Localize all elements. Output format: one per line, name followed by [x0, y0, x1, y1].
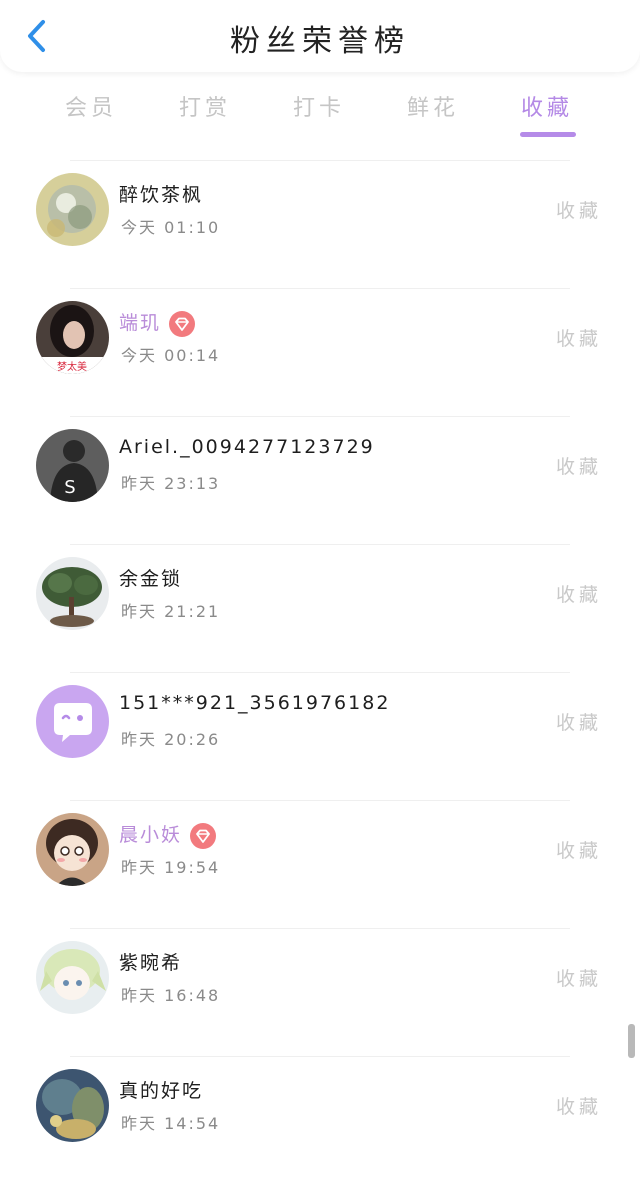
tab-checkin[interactable]: 打卡	[264, 90, 374, 122]
avatar[interactable]: S	[36, 429, 109, 502]
avatar[interactable]: 梦太美	[36, 301, 109, 374]
divider	[70, 160, 570, 161]
fan-time: 昨天 23:13	[121, 474, 221, 493]
fan-list: 醉饮茶枫 今天 01:10 收藏 梦太美 端玑 今天 00:14 收藏 S Ar…	[0, 160, 640, 1184]
divider	[70, 800, 570, 801]
divider	[70, 544, 570, 545]
svg-text:S: S	[64, 477, 75, 498]
diamond-badge-icon	[169, 310, 196, 337]
fan-time: 昨天 19:54	[121, 858, 221, 877]
fan-time: 今天 00:14	[121, 346, 221, 365]
tab-member[interactable]: 会员	[36, 90, 146, 122]
favorite-label: 收藏	[555, 328, 602, 350]
avatar[interactable]	[36, 1069, 109, 1142]
fan-name-text: 端玑	[119, 312, 162, 334]
fan-time: 昨天 16:48	[121, 986, 221, 1005]
list-item[interactable]: 真的好吃 昨天 14:54 收藏	[0, 1056, 640, 1184]
fan-name: 真的好吃	[119, 1080, 204, 1102]
divider	[70, 672, 570, 673]
divider	[70, 1056, 570, 1057]
list-item[interactable]: 151***921_3561976182 昨天 20:26 收藏	[0, 672, 640, 800]
favorite-label: 收藏	[555, 1096, 602, 1118]
avatar[interactable]	[36, 941, 109, 1014]
divider	[70, 928, 570, 929]
favorite-label: 收藏	[555, 584, 602, 606]
avatar[interactable]	[36, 557, 109, 630]
favorite-label: 收藏	[555, 456, 602, 478]
active-tab-indicator	[520, 132, 576, 137]
fan-name: 晨小妖	[119, 820, 217, 849]
fan-time: 昨天 14:54	[121, 1114, 221, 1133]
favorite-label: 收藏	[555, 712, 602, 734]
tab-flowers[interactable]: 鲜花	[378, 90, 488, 122]
fan-time: 今天 01:10	[121, 218, 221, 237]
list-item[interactable]: 余金锁 昨天 21:21 收藏	[0, 544, 640, 672]
svg-text:梦太美: 梦太美	[57, 360, 87, 373]
avatar[interactable]	[36, 813, 109, 886]
fan-name: 醉饮茶枫	[119, 184, 204, 206]
fan-time: 昨天 20:26	[121, 730, 221, 749]
header-bar: 粉丝荣誉榜	[0, 0, 640, 72]
fan-name-text: 晨小妖	[119, 824, 183, 846]
list-item[interactable]: 紫晼希 昨天 16:48 收藏	[0, 928, 640, 1056]
favorite-label: 收藏	[555, 840, 602, 862]
scrollbar[interactable]	[628, 1024, 635, 1058]
diamond-badge-icon	[190, 822, 217, 849]
fan-name: 紫晼希	[119, 952, 183, 974]
page-title: 粉丝荣誉榜	[230, 24, 410, 59]
avatar[interactable]	[36, 173, 109, 246]
list-item[interactable]: 醉饮茶枫 今天 01:10 收藏	[0, 160, 640, 288]
tab-favorites[interactable]: 收藏	[492, 90, 602, 122]
fan-name: 151***921_3561976182	[119, 692, 391, 714]
avatar[interactable]	[36, 685, 109, 758]
fan-name: 端玑	[119, 308, 196, 337]
favorite-label: 收藏	[555, 968, 602, 990]
fan-time: 昨天 21:21	[121, 602, 221, 621]
fan-name: 余金锁	[119, 568, 183, 590]
list-item[interactable]: S Ariel._0094277123729 昨天 23:13 收藏	[0, 416, 640, 544]
list-item[interactable]: 梦太美 端玑 今天 00:14 收藏	[0, 288, 640, 416]
list-item[interactable]: 晨小妖 昨天 19:54 收藏	[0, 800, 640, 928]
favorite-label: 收藏	[555, 200, 602, 222]
divider	[70, 288, 570, 289]
tab-reward[interactable]: 打赏	[150, 90, 260, 122]
divider	[70, 416, 570, 417]
fan-name: Ariel._0094277123729	[119, 436, 375, 458]
